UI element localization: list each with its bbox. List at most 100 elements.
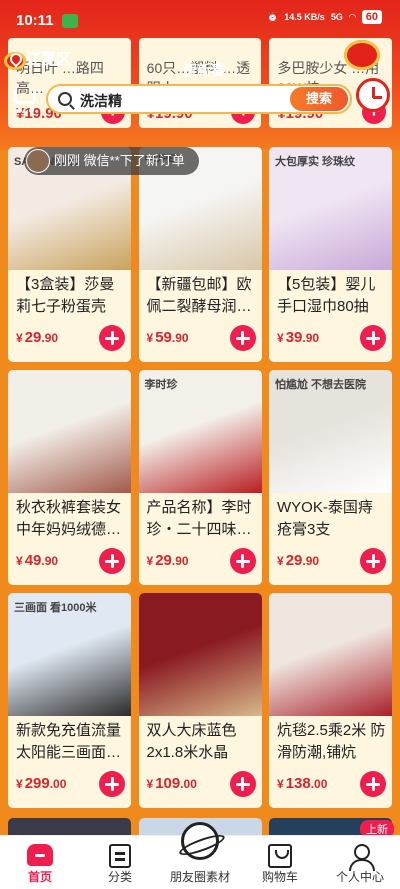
product-image[interactable]: 三画面 看1000米 <box>8 593 131 716</box>
tab-label: 朋友圈素材 <box>169 870 230 884</box>
wechat-notification-icon <box>62 14 78 28</box>
search-row: 洗洁精 搜索 <box>0 84 400 118</box>
product-card[interactable]: 李时珍 产品名称】李时珍・二十四味… ¥29.90 <box>138 370 262 585</box>
product-image[interactable]: 大包厚实 珍珠纹 <box>269 147 392 270</box>
search-query: 洗洁精 <box>80 93 122 109</box>
product-card[interactable]: 三画面 看1000米 新款免充值流量太阳能三画面… ¥299.00 <box>8 593 131 808</box>
price-decimal: .90 <box>41 331 59 345</box>
price-decimal: .90 <box>171 554 189 568</box>
add-to-cart-button[interactable] <box>229 548 256 574</box>
add-to-cart-button[interactable] <box>99 325 125 351</box>
product-card[interactable]: 秋衣秋裤套装女中年妈妈绒德… ¥49.90 <box>8 370 131 585</box>
tab-category[interactable]: 分类 <box>80 836 160 889</box>
price-decimal: .90 <box>302 554 320 568</box>
product-image[interactable] <box>8 370 131 493</box>
search-button[interactable]: 搜索 <box>290 87 348 111</box>
product-card[interactable]: 大包厚实 珍珠纹 【5包装】婴儿手口湿巾80抽大… ¥39.90 <box>269 147 392 362</box>
product-grid: SAMANLI 七 【3盒装】莎曼莉七子粉蛋壳面… ¥29.90 OUPEI 【… <box>8 147 392 808</box>
product-card[interactable]: SAMANLI 七 【3盒装】莎曼莉七子粉蛋壳面… ¥29.90 <box>8 147 131 362</box>
product-title[interactable]: 新款免充值流量太阳能三画面… <box>16 720 125 764</box>
price-decimal: .90 <box>41 554 59 568</box>
product-price: ¥29.90 <box>277 552 319 569</box>
tab-label: 购物车 <box>261 870 298 884</box>
add-to-cart-button[interactable] <box>229 325 256 351</box>
product-image-label: 李时珍 <box>144 379 178 391</box>
category-icon <box>109 844 131 868</box>
search-input[interactable]: 洗洁精 搜索 <box>46 84 352 114</box>
product-price: ¥109.00 <box>147 775 197 792</box>
product-price: ¥29.90 <box>147 552 189 569</box>
status-indicators: ⏰ 14.5 KB/s 5G ◠ 60 <box>267 10 382 24</box>
toast-text: 刚刚 微信**下了新订单 <box>54 153 185 168</box>
price-decimal: .00 <box>49 777 67 791</box>
product-image-label: 怕尴尬 不想去医院 <box>275 379 367 391</box>
currency-symbol: ¥ <box>146 331 154 345</box>
user-icon <box>348 844 375 871</box>
product-image[interactable] <box>269 593 392 716</box>
location-pin-icon <box>7 50 25 67</box>
product-image[interactable] <box>138 593 262 716</box>
product-card[interactable]: 炕毯2.5乘2米 防滑防潮,铺炕铺… ¥138.00 <box>269 593 392 808</box>
location-selector[interactable]: 江夏区 <box>7 48 72 69</box>
product-card[interactable]: OUPEI 【新疆包邮】欧佩二裂酵母润… ¥59.90 <box>138 147 262 362</box>
tab-moments-materials[interactable]: 朋友圈素材 <box>160 822 240 889</box>
product-title[interactable]: 【3盒装】莎曼莉七子粉蛋壳面… <box>16 274 125 318</box>
currency-symbol: ¥ <box>16 331 23 345</box>
price-integer: 49 <box>24 552 42 569</box>
add-to-cart-button[interactable] <box>360 325 386 351</box>
avatar <box>26 149 50 173</box>
product-title[interactable]: 【5包装】婴儿手口湿巾80抽大… <box>277 274 386 318</box>
tab-label: 个人中心 <box>335 870 384 884</box>
currency-symbol: ¥ <box>146 777 154 791</box>
tab-profile[interactable]: 个人中心 <box>320 836 400 889</box>
price-decimal: .90 <box>171 331 189 345</box>
product-image-label: 大包厚实 珍珠纹 <box>275 156 356 168</box>
add-to-cart-button[interactable] <box>360 548 386 574</box>
currency-symbol: ¥ <box>16 777 23 791</box>
product-price: ¥299.00 <box>16 775 66 792</box>
product-image[interactable]: 李时珍 <box>138 370 262 493</box>
price-decimal: .90 <box>302 331 320 345</box>
battery-level: 60 <box>361 10 382 24</box>
add-to-cart-button[interactable] <box>99 771 125 797</box>
product-price: ¥49.90 <box>16 552 58 569</box>
price-integer: 138 <box>285 775 311 792</box>
tab-label: 分类 <box>107 870 132 884</box>
product-title[interactable]: 秋衣秋裤套装女中年妈妈绒德… <box>16 497 125 541</box>
product-card[interactable]: 怕尴尬 不想去医院 WYOK-泰国痔疮膏3支 ¥29.90 <box>269 370 392 585</box>
product-title[interactable]: WYOK-泰国痔疮膏3支 <box>277 497 386 541</box>
add-to-cart-button[interactable] <box>229 771 256 797</box>
product-title[interactable]: 双人大床蓝色2x1.8米水晶绒… <box>147 720 256 764</box>
product-image[interactable]: 怕尴尬 不想去医院 <box>269 370 392 493</box>
price-integer: 29 <box>155 552 172 569</box>
home-icon <box>27 844 53 866</box>
planet-icon <box>181 822 219 860</box>
add-to-cart-button[interactable] <box>360 771 386 797</box>
product-card[interactable]: 双人大床蓝色2x1.8米水晶绒… ¥109.00 <box>138 593 262 808</box>
tab-cart[interactable]: 购物车 <box>240 836 320 889</box>
tab-label: 首页 <box>27 870 52 884</box>
network-type: 5G <box>330 12 343 22</box>
location-label: 江夏区 <box>26 51 72 68</box>
price-integer: 39 <box>285 329 303 346</box>
cart-shortcut-button[interactable] <box>12 84 42 114</box>
price-integer: 299 <box>24 775 50 792</box>
product-title[interactable]: 炕毯2.5乘2米 防滑防潮,铺炕铺… <box>277 720 386 764</box>
product-title[interactable]: 产品名称】李时珍・二十四味… <box>147 497 256 541</box>
price-integer: 109 <box>155 775 181 792</box>
product-price: ¥138.00 <box>277 775 327 792</box>
cart-icon <box>14 90 36 104</box>
tab-home[interactable]: 首页 <box>0 836 80 889</box>
add-to-cart-button[interactable] <box>99 548 125 574</box>
status-time: 10:11 <box>16 12 54 29</box>
currency-symbol: ¥ <box>277 331 284 345</box>
currency-symbol: ¥ <box>16 554 23 568</box>
currency-symbol: ¥ <box>277 554 284 568</box>
price-integer: 29 <box>24 329 42 346</box>
order-notification-toast: 刚刚 微信**下了新订单 <box>24 147 199 175</box>
product-title[interactable]: 【新疆包邮】欧佩二裂酵母润… <box>147 274 256 318</box>
flash-sale-clock-icon[interactable] <box>356 78 390 112</box>
product-image-label: 三画面 看1000米 <box>14 602 97 614</box>
price-integer: 29 <box>285 552 303 569</box>
alarm-icon: ⏰ <box>267 11 279 22</box>
